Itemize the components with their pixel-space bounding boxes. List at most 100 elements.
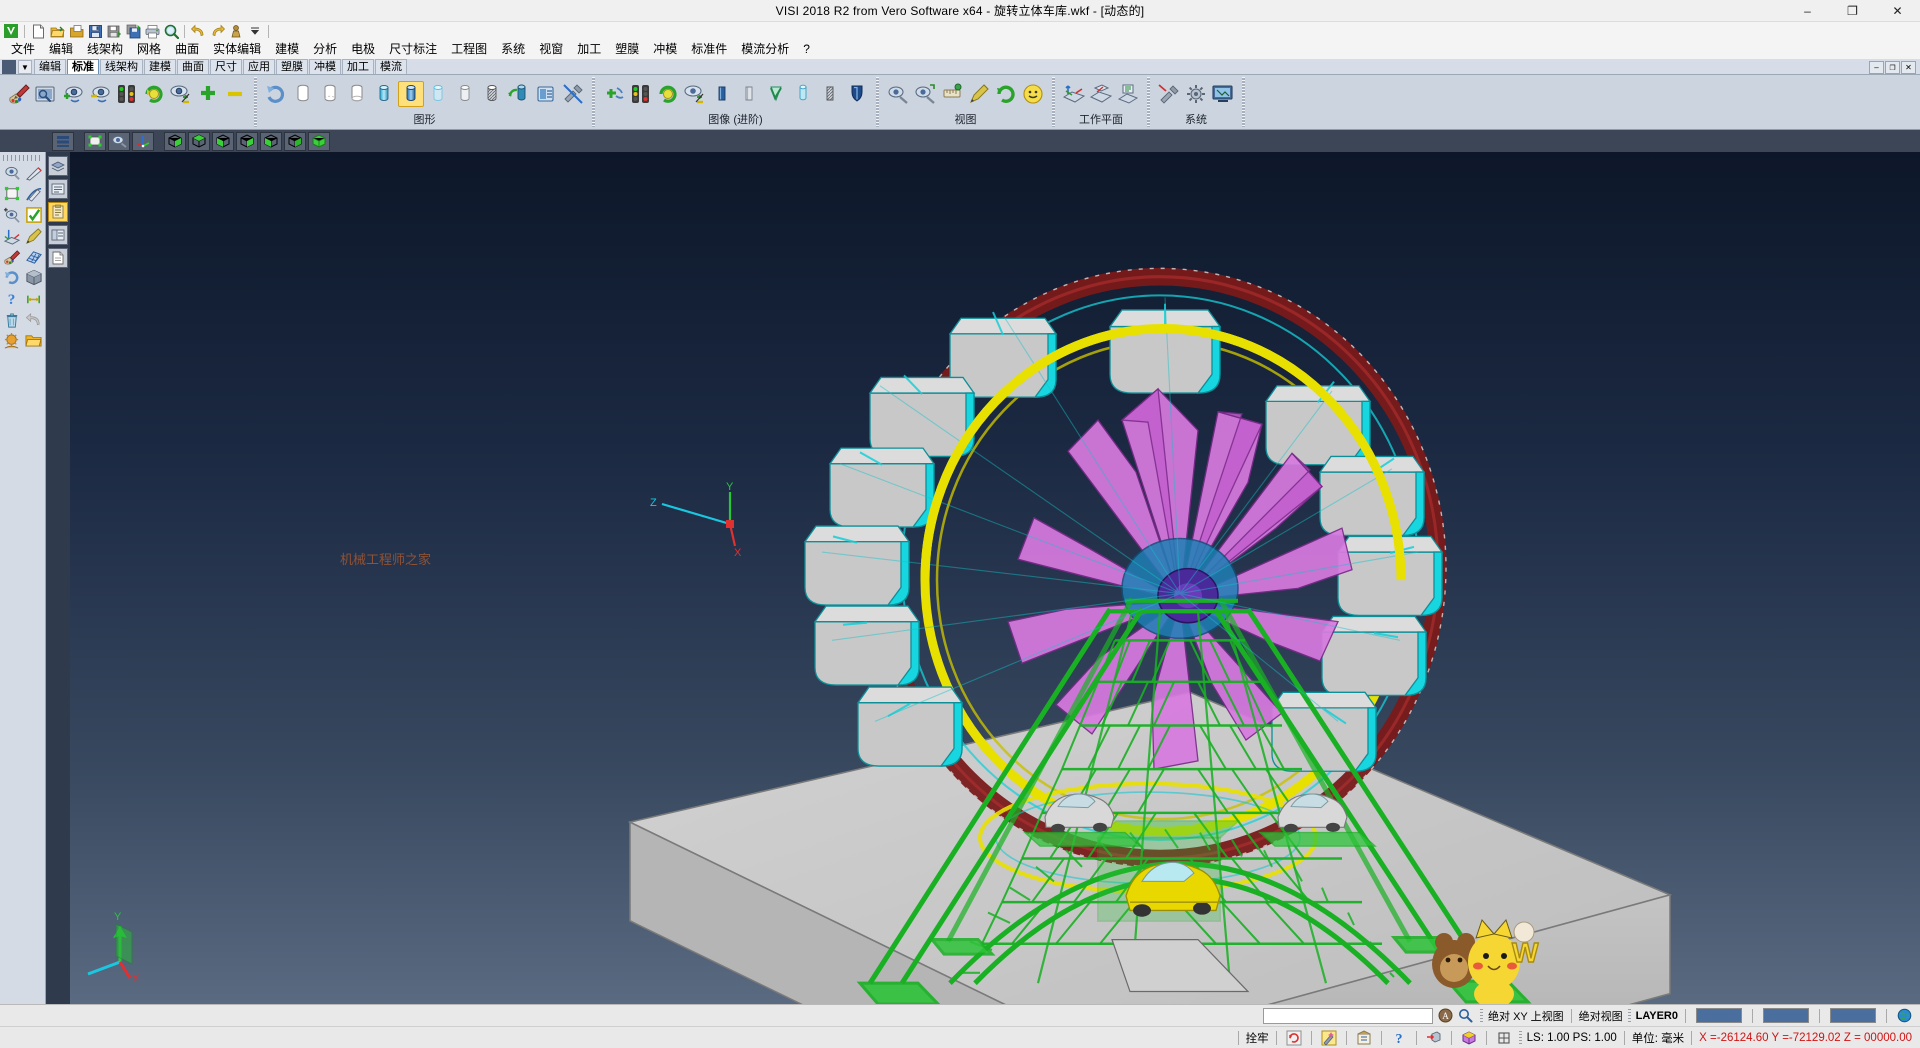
view-iso-icon[interactable]: [164, 132, 186, 151]
hide-all-icon[interactable]: [222, 81, 248, 107]
cylinder-hidden-icon[interactable]: [344, 81, 370, 107]
view-left-icon[interactable]: [260, 132, 282, 151]
zoom-window-icon[interactable]: [885, 81, 911, 107]
zoom-in-icon[interactable]: [1, 205, 22, 224]
open-recent-icon[interactable]: [67, 23, 85, 39]
status-color-swatch-1[interactable]: [1696, 1008, 1742, 1023]
regenerate-icon[interactable]: [263, 81, 289, 107]
magnifier-icon[interactable]: [1455, 1007, 1475, 1025]
status-color-swatch-2[interactable]: [1763, 1008, 1809, 1023]
toggle-visibility-icon[interactable]: [168, 81, 194, 107]
menu-help[interactable]: ?: [796, 40, 817, 59]
menu-mould[interactable]: 塑膜: [608, 40, 646, 59]
workplane-edit-icon[interactable]: [1088, 81, 1114, 107]
layer-manager-icon[interactable]: [33, 81, 59, 107]
panel-tab-4[interactable]: [48, 225, 68, 245]
view-shaded-icon[interactable]: [308, 132, 330, 151]
new-file-icon[interactable]: [29, 23, 47, 39]
axis-move-icon[interactable]: [1, 226, 22, 245]
menu-solid-edit[interactable]: 实体编辑: [206, 40, 268, 59]
list-view-icon[interactable]: [52, 132, 74, 151]
cylinder-flat-icon[interactable]: [452, 81, 478, 107]
menu-machining[interactable]: 加工: [570, 40, 608, 59]
ribbon-tab-3[interactable]: 建模: [144, 59, 176, 74]
menu-flow-analysis[interactable]: 模流分析: [734, 40, 796, 59]
annotate-a-icon[interactable]: A: [1435, 1007, 1455, 1025]
traffic-light-icon[interactable]: [114, 81, 140, 107]
ribbon-tab-8[interactable]: 冲模: [309, 59, 341, 74]
ribbon-tab-9[interactable]: 加工: [342, 59, 374, 74]
snap-magic-icon[interactable]: [1319, 1029, 1339, 1047]
ribbon-tab-6[interactable]: 应用: [243, 59, 275, 74]
measure-icon[interactable]: [939, 81, 965, 107]
snap-3d-icon[interactable]: [1424, 1029, 1444, 1047]
menu-edit[interactable]: 编辑: [42, 40, 80, 59]
mdi-minimize-button[interactable]: –: [1869, 61, 1884, 74]
save-all-icon[interactable]: [124, 23, 142, 39]
customize-icon[interactable]: [227, 23, 245, 39]
shade-plane-icon[interactable]: [84, 132, 106, 151]
grid-plane-icon[interactable]: [23, 247, 44, 266]
axis-icon[interactable]: [132, 132, 154, 151]
show-entity-icon[interactable]: [60, 81, 86, 107]
view-back-icon[interactable]: [284, 132, 306, 151]
status-layer[interactable]: LAYER0: [1636, 1010, 1678, 1022]
workplane-set-icon[interactable]: [1061, 81, 1087, 107]
view-top-icon[interactable]: [188, 132, 210, 151]
menu-analysis[interactable]: 分析: [306, 40, 344, 59]
tools-off-icon[interactable]: [560, 81, 586, 107]
ribbon-collapse-arrow-icon[interactable]: ▼: [18, 60, 32, 74]
edit-pen-icon[interactable]: [23, 226, 44, 245]
refresh-2-icon[interactable]: [655, 81, 681, 107]
menu-wireframe[interactable]: 线架构: [80, 40, 130, 59]
open-folder-icon[interactable]: [48, 23, 66, 39]
snap-plane-icon[interactable]: [1494, 1029, 1514, 1047]
rotate-view-icon[interactable]: [993, 81, 1019, 107]
zoom-dynamic-icon[interactable]: [912, 81, 938, 107]
cylinder-hatch-icon[interactable]: [479, 81, 505, 107]
dimension-icon[interactable]: [23, 289, 44, 308]
globe-icon[interactable]: [1894, 1007, 1914, 1025]
color-palette-icon[interactable]: [6, 81, 32, 107]
status-color-swatch-3[interactable]: [1830, 1008, 1876, 1023]
cylinder-shaded-selected-icon[interactable]: [398, 81, 424, 107]
menu-mesh[interactable]: 网格: [130, 40, 168, 59]
cylinder-outline-icon[interactable]: [317, 81, 343, 107]
menu-surface[interactable]: 曲面: [168, 40, 206, 59]
snap-box-icon[interactable]: [1459, 1029, 1479, 1047]
cylinder-render-icon[interactable]: [506, 81, 532, 107]
close-button[interactable]: ✕: [1875, 0, 1920, 22]
zoom-window-icon[interactable]: [1, 163, 22, 182]
zoom-all-icon[interactable]: [108, 132, 130, 151]
view-front-icon[interactable]: [212, 132, 234, 151]
draw-curve-icon[interactable]: [23, 184, 44, 203]
regenerate-icon[interactable]: [1, 268, 22, 287]
check-green-icon[interactable]: [23, 205, 44, 224]
ribbon-tab-2[interactable]: 线架构: [100, 59, 143, 74]
cyan-cylinder-icon[interactable]: [790, 81, 816, 107]
ribbon-tab-1[interactable]: 标准: [67, 59, 99, 74]
menu-dimension[interactable]: 尺寸标注: [382, 40, 444, 59]
workplane-align-icon[interactable]: [1115, 81, 1141, 107]
hatch-cylinder-icon[interactable]: [817, 81, 843, 107]
cut-view-icon[interactable]: [601, 81, 627, 107]
undo-arrow-icon[interactable]: [23, 310, 44, 329]
menu-system[interactable]: 系统: [494, 40, 532, 59]
status-search-input[interactable]: [1263, 1008, 1433, 1024]
refresh-view-icon[interactable]: [141, 81, 167, 107]
maximize-button[interactable]: ❐: [1830, 0, 1875, 22]
solid-cube-icon[interactable]: [23, 268, 44, 287]
undo-icon[interactable]: [189, 23, 207, 39]
print-preview-icon[interactable]: [162, 23, 180, 39]
hide-entity-icon[interactable]: [87, 81, 113, 107]
palette-icon[interactable]: [1, 247, 22, 266]
cylinder-wire-icon[interactable]: [290, 81, 316, 107]
toggle-2-icon[interactable]: [682, 81, 708, 107]
cylinder-shaded-cyan-icon[interactable]: [371, 81, 397, 107]
show-all-icon[interactable]: [195, 81, 221, 107]
render-icon[interactable]: [1, 331, 22, 350]
menu-modeling[interactable]: 建模: [268, 40, 306, 59]
open-folder-icon[interactable]: [23, 331, 44, 350]
snap-help-icon[interactable]: ?: [1389, 1029, 1409, 1047]
ribbon-tab-4[interactable]: 曲面: [177, 59, 209, 74]
